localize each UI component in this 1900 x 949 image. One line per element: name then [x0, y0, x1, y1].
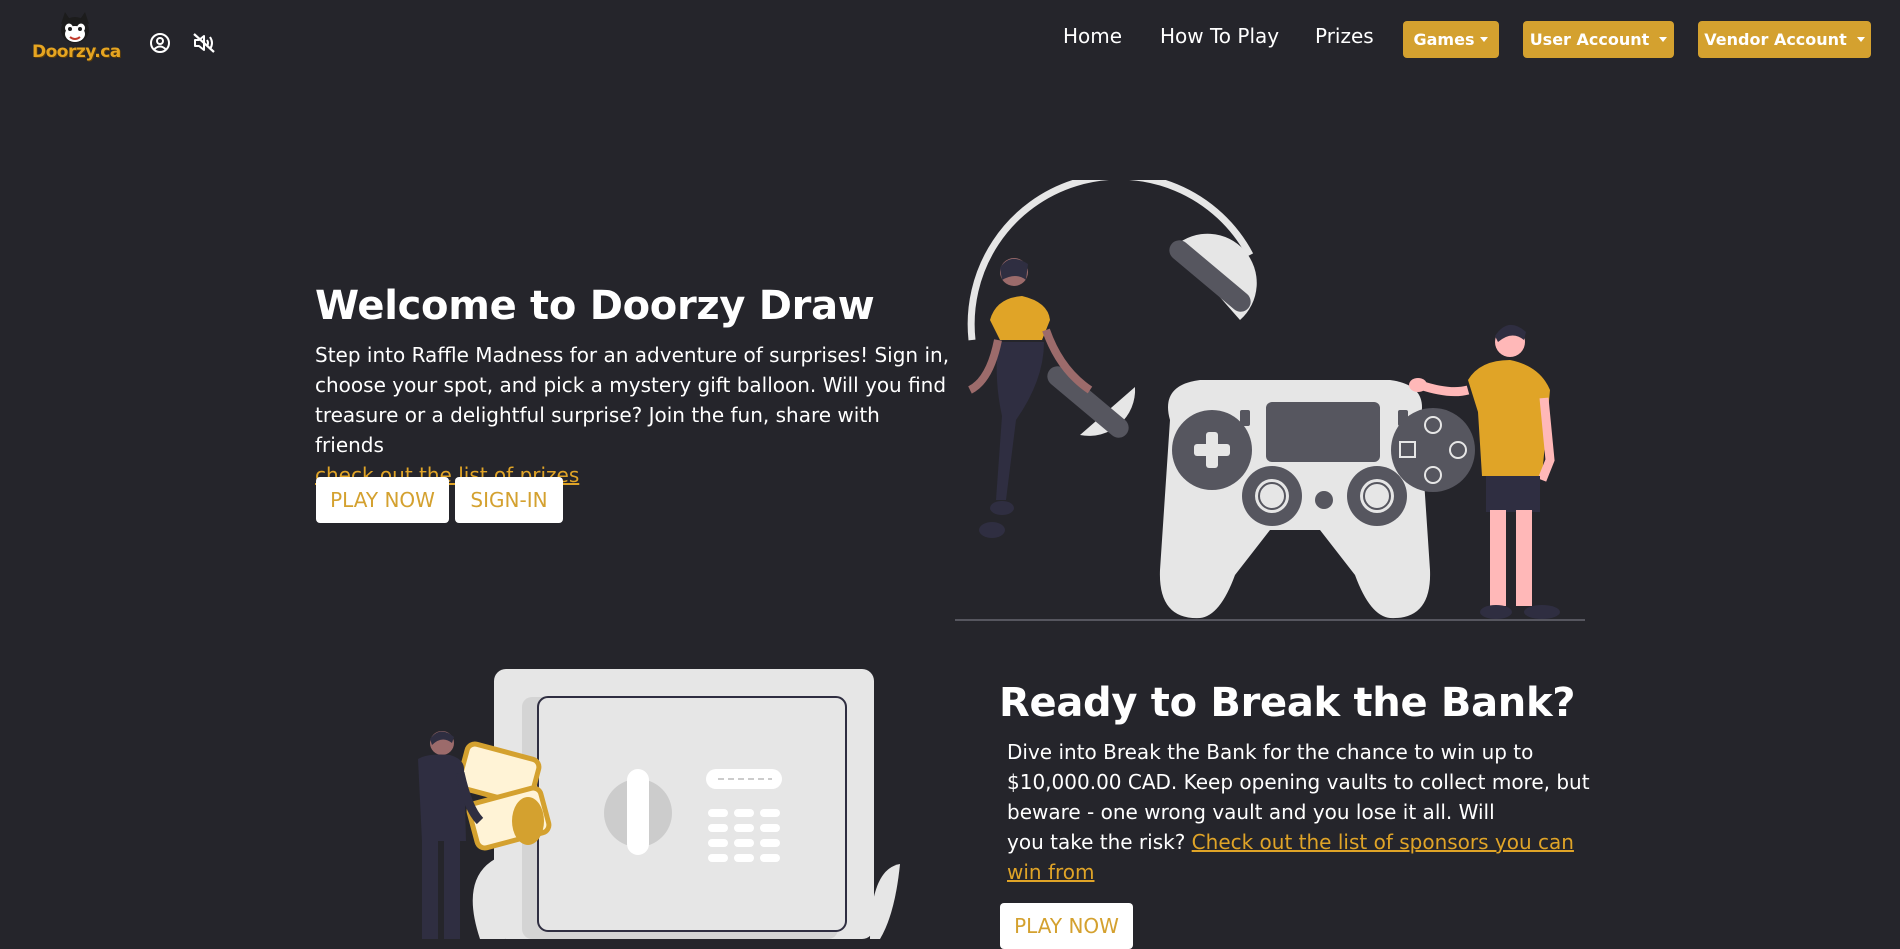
bank-text-line: Dive into Break the Bank for the chance …: [1007, 740, 1534, 764]
nav-how-to-play[interactable]: How To Play: [1160, 24, 1279, 48]
games-dropdown-label: Games: [1413, 30, 1475, 49]
play-now-button[interactable]: PLAY NOW: [316, 477, 449, 523]
bank-title: Ready to Break the Bank?: [999, 680, 1576, 726]
bank-text-line: $10,000.00 CAD. Keep opening vaults to c…: [1007, 770, 1590, 794]
navbar: Doorzy.ca Home How To Play Prizes Games …: [0, 0, 1900, 80]
caret-down-icon: [1480, 37, 1489, 42]
nav-home[interactable]: Home: [1063, 24, 1122, 48]
logo[interactable]: Doorzy.ca: [30, 12, 121, 64]
bank-play-now-button[interactable]: PLAY NOW: [1000, 903, 1133, 949]
sponsors-list-link[interactable]: Check out the list of sponsors you can: [1192, 830, 1574, 854]
hero-text-line: treasure or a delightful surprise? Join …: [315, 403, 880, 457]
bank-text-line: beware - one wrong vault and you lose it…: [1007, 800, 1495, 824]
hero-text-line: Step into Raffle Madness for an adventur…: [315, 343, 950, 367]
user-circle-icon[interactable]: [147, 30, 173, 56]
sound-off-icon[interactable]: [191, 30, 217, 56]
hero-text: Step into Raffle Madness for an adventur…: [315, 340, 955, 490]
caret-down-icon: [1659, 37, 1668, 42]
games-dropdown[interactable]: Games: [1403, 21, 1499, 58]
bank-vault-illustration: [418, 669, 900, 939]
logo-cat-icon: [61, 12, 89, 43]
logo-text: Doorzy.ca: [32, 42, 121, 62]
hero-text-line: choose your spot, and pick a mystery gif…: [315, 373, 947, 397]
bank-text-line: you take the risk?: [1007, 830, 1186, 854]
sponsors-list-link-cont[interactable]: win from: [1007, 860, 1095, 884]
gamers-illustration: [955, 180, 1585, 621]
user-account-dropdown[interactable]: User Account: [1523, 21, 1674, 58]
bank-text: Dive into Break the Bank for the chance …: [1007, 737, 1607, 887]
caret-down-icon: [1856, 37, 1865, 42]
hero-title: Welcome to Doorzy Draw: [315, 283, 875, 329]
sign-in-button[interactable]: SIGN-IN: [455, 477, 563, 523]
user-account-dropdown-label: User Account: [1529, 30, 1650, 49]
vendor-account-dropdown[interactable]: Vendor Account: [1698, 21, 1871, 58]
vendor-account-dropdown-label: Vendor Account: [1704, 30, 1847, 49]
nav-prizes[interactable]: Prizes: [1315, 24, 1374, 48]
